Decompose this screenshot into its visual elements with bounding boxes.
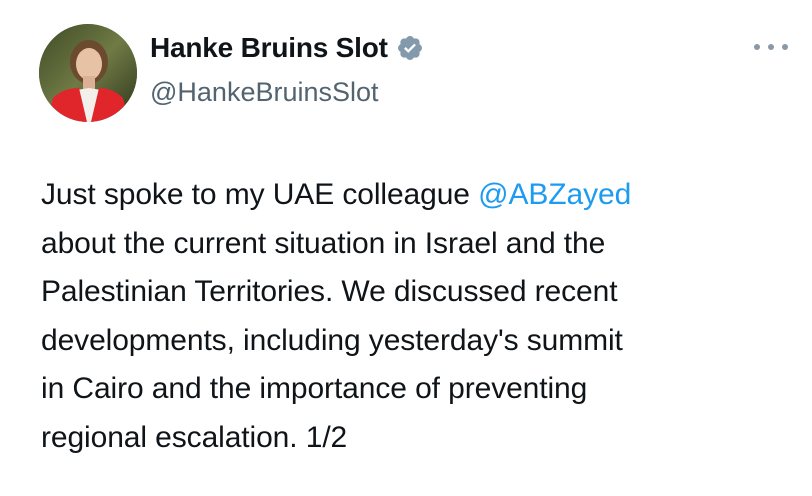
dot [782,44,788,50]
name-row: Hanke Bruins Slot [150,28,424,68]
dot [754,44,760,50]
author-block: Hanke Bruins Slot @HankeBruinsSlot [150,28,424,112]
profile-photo [39,24,137,122]
tweet-line-2: about the current situation in Israel an… [41,226,606,260]
tweet-line-1: Just spoke to my UAE colleague @ABZayed [41,171,781,220]
tweet-card: Hanke Bruins Slot @HankeBruinsSlot Just … [0,0,812,496]
mention-link[interactable]: @ABZayed [478,178,631,211]
tweet-line-6: regional escalation. 1/2 [41,420,348,454]
tweet-line-3: Palestinian Territories. We discussed re… [41,275,618,308]
verified-badge-icon [396,34,424,62]
dot [768,44,774,50]
tweet-text-segment: Just spoke to my UAE colleague [41,178,479,211]
tweet-text: Just spoke to my UAE colleague @ABZayed … [41,171,781,462]
avatar[interactable] [39,24,137,122]
user-handle[interactable]: @HankeBruinsSlot [150,72,424,112]
tweet-line-4: developments, including yesterday's summ… [41,323,623,357]
more-options-icon[interactable] [754,40,788,54]
tweet-line-5: in Cairo and the importance of preventin… [41,372,588,405]
display-name[interactable]: Hanke Bruins Slot [150,28,388,68]
